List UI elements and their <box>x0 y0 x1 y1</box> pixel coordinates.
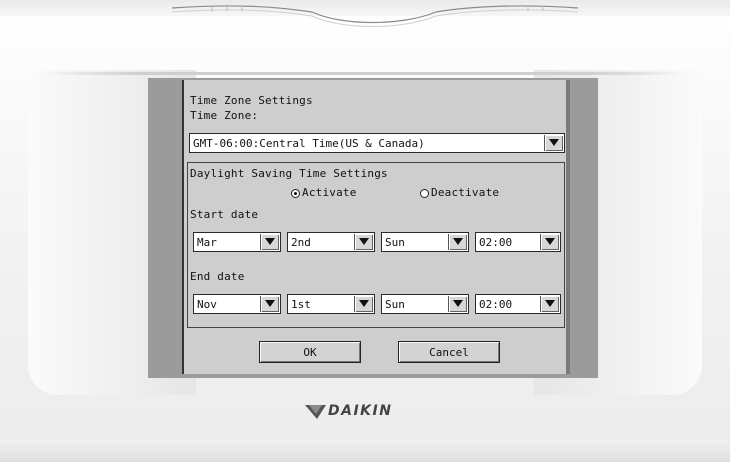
end-day-value: Sun <box>385 298 405 311</box>
end-week-select[interactable]: 1st <box>287 294 375 314</box>
start-time-select[interactable]: 02:00 <box>475 232 561 252</box>
triangle-down-icon <box>265 238 275 245</box>
timezone-label: Time Zone: <box>190 109 259 122</box>
dialog-title: Time Zone Settings <box>190 94 313 107</box>
end-time-select[interactable]: 02:00 <box>475 294 561 314</box>
timezone-select[interactable]: GMT-06:00:Central Time(US & Canada) <box>189 133 565 153</box>
start-time-value: 02:00 <box>479 236 513 249</box>
dst-title: Daylight Saving Time Settings <box>190 167 388 180</box>
end-month-select[interactable]: Nov <box>193 294 281 314</box>
triangle-down-icon <box>545 300 555 307</box>
triangle-down-icon <box>549 139 559 146</box>
end-day-dropdown-button[interactable] <box>448 296 467 312</box>
start-date-label: Start date <box>190 208 259 221</box>
end-time-value: 02:00 <box>479 298 513 311</box>
activate-label[interactable]: Activate <box>302 186 357 199</box>
ok-button[interactable]: OK <box>259 341 361 363</box>
cancel-button[interactable]: Cancel <box>398 341 500 363</box>
start-day-value: Sun <box>385 236 405 249</box>
start-month-select[interactable]: Mar <box>193 232 281 252</box>
end-date-label: End date <box>190 270 245 283</box>
device-bottom-shadow <box>0 440 730 462</box>
start-week-value: 2nd <box>291 236 311 249</box>
triangle-down-icon <box>265 300 275 307</box>
start-time-dropdown-button[interactable] <box>540 234 559 250</box>
ok-button-label: OK <box>303 346 317 359</box>
end-time-dropdown-button[interactable] <box>540 296 559 312</box>
triangle-down-icon <box>453 300 463 307</box>
end-week-dropdown-button[interactable] <box>354 296 373 312</box>
device-top-notch <box>172 5 578 27</box>
activate-radio[interactable] <box>291 189 300 198</box>
triangle-down-icon <box>453 238 463 245</box>
cancel-button-label: Cancel <box>429 346 469 359</box>
start-month-value: Mar <box>197 236 217 249</box>
triangle-down-icon <box>545 238 555 245</box>
end-month-value: Nov <box>197 298 217 311</box>
start-day-dropdown-button[interactable] <box>448 234 467 250</box>
timezone-dropdown-button[interactable] <box>544 135 563 151</box>
screen-right-edge <box>566 80 570 374</box>
triangle-down-icon <box>359 238 369 245</box>
bezel-top-line <box>44 72 684 75</box>
deactivate-label[interactable]: Deactivate <box>431 186 499 199</box>
deactivate-radio[interactable] <box>420 189 429 198</box>
triangle-down-icon <box>359 300 369 307</box>
brand-name: DAIKIN <box>328 403 393 419</box>
end-week-value: 1st <box>291 298 311 311</box>
start-month-dropdown-button[interactable] <box>260 234 279 250</box>
start-week-select[interactable]: 2nd <box>287 232 375 252</box>
timezone-value: GMT-06:00:Central Time(US & Canada) <box>193 137 425 150</box>
start-day-select[interactable]: Sun <box>381 232 469 252</box>
radio-selected-dot <box>294 192 297 195</box>
end-month-dropdown-button[interactable] <box>260 296 279 312</box>
start-week-dropdown-button[interactable] <box>354 234 373 250</box>
end-day-select[interactable]: Sun <box>381 294 469 314</box>
